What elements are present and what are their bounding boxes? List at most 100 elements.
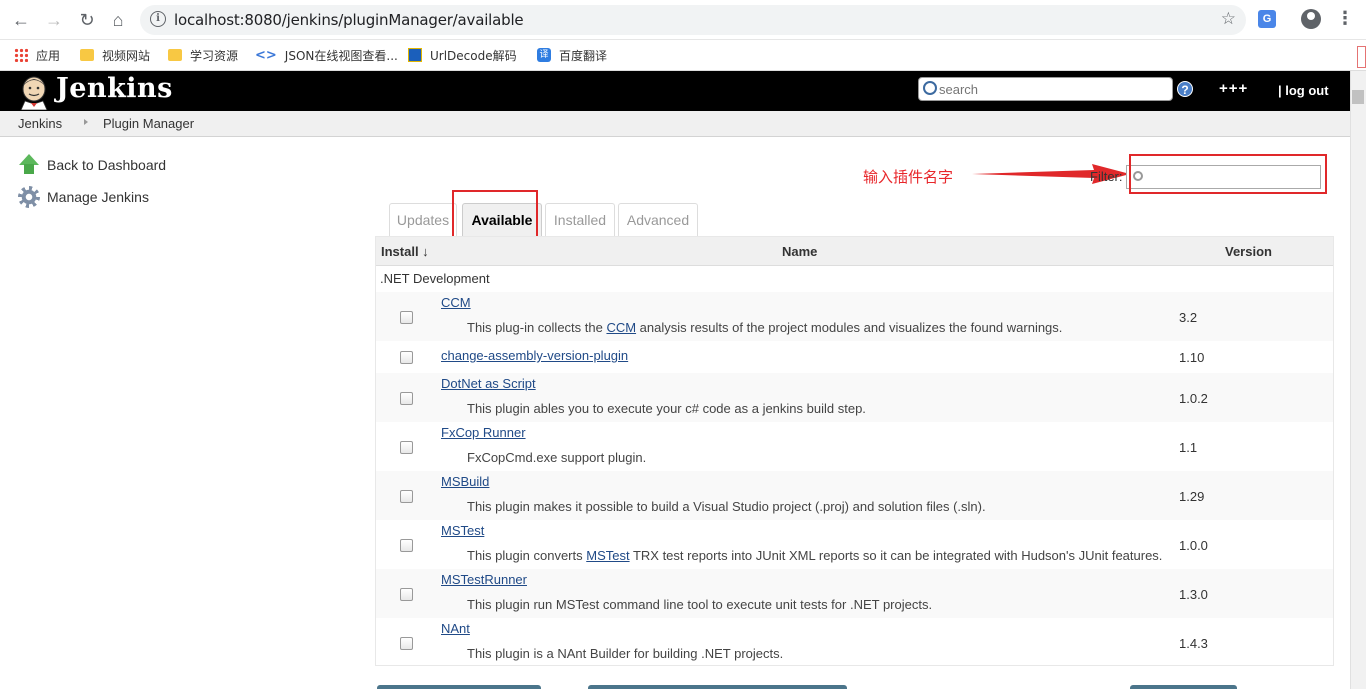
tab-installed[interactable]: Installed [545,203,615,236]
breadcrumb-jenkins[interactable]: Jenkins [18,116,62,131]
page-scrollbar[interactable] [1350,71,1366,689]
plugin-name-link[interactable]: MSTest [441,523,484,538]
browser-toolbar: ← → ↻ ⌂ i localhost:8080/jenkins/pluginM… [0,0,1366,40]
plugin-name-link[interactable]: CCM [441,295,471,310]
install-checkbox[interactable] [400,636,413,650]
plugin-version: 1.3.0 [1179,586,1208,602]
install-checkbox[interactable] [400,440,413,454]
search-icon [923,81,937,95]
gear-icon [18,186,40,208]
json-icon: <> [255,48,277,63]
tab-updates[interactable]: Updates [389,203,457,236]
jenkins-butler-icon[interactable] [17,74,51,110]
bookmark-label: UrlDecode解码 [430,48,517,63]
install-checkbox[interactable] [400,489,413,503]
plugin-name-link[interactable]: MSTestRunner [441,572,527,587]
site-info-icon[interactable]: i [150,11,166,27]
back-to-dashboard-label: Back to Dashboard [47,157,167,173]
plugin-name-link[interactable]: NAnt [441,621,470,636]
description-text: FxCopCmd.exe support plugin. [467,450,647,465]
jenkins-logo-text[interactable]: Jenkins [56,73,173,104]
bookmark-label: 应用 [36,48,61,63]
manage-jenkins-label: Manage Jenkins [47,189,149,205]
description-text: This plugin is a NAnt Builder for buildi… [467,646,784,661]
plugin-name-link[interactable]: DotNet as Script [441,376,536,391]
table-row: MSTestRunner This plugin run MSTest comma… [376,569,1333,618]
scrollbar-marker [1357,46,1366,68]
plugin-name-link[interactable]: change-assembly-version-plugin [441,348,628,363]
plugin-table: Install ↓ Name Version .NET Development … [375,236,1334,666]
jenkins-header: Jenkins ? +++ | log out [0,71,1350,111]
install-checkbox[interactable] [400,587,413,601]
install-checkbox[interactable] [400,391,413,405]
forward-arrow-icon[interactable]: → [42,8,66,32]
bookmark-urldecode[interactable]: UrlDecode解码 [408,45,517,65]
description-link[interactable]: CCM [606,320,636,335]
back-to-dashboard-link[interactable]: Back to Dashboard [18,154,166,176]
plugin-version: 1.0.2 [1179,390,1208,406]
name-column-header[interactable]: Name [782,244,817,259]
header-search[interactable] [918,77,1173,101]
version-column-header[interactable]: Version [1225,244,1272,259]
table-row: change-assembly-version-plugin 1.10 [376,341,1333,373]
table-row: FxCop Runner FxCopCmd.exe support plugin.… [376,422,1333,471]
description-text: This plug-in collects the [467,320,607,335]
plugin-description: This plugin run MSTest command line tool… [467,597,932,612]
install-checkbox[interactable] [400,351,413,364]
browser-menu-icon[interactable]: ⋮ [1336,8,1354,29]
plugin-name-link[interactable]: MSBuild [441,474,489,489]
reload-icon[interactable]: ↻ [75,8,99,32]
bookmark-label: 百度翻译 [559,48,608,63]
user-link[interactable]: +++ [1219,80,1248,97]
scrollbar-thumb[interactable] [1352,90,1364,104]
plugin-description: This plugin converts MSTest TRX test rep… [467,548,1162,563]
back-arrow-icon[interactable]: ← [9,8,33,32]
install-without-restart-button[interactable] [377,685,541,689]
google-translate-icon[interactable]: G [1258,10,1276,28]
filter-field[interactable] [1126,165,1321,189]
table-row: NAnt This plugin is a NAnt Builder for bu… [376,618,1333,665]
urldecode-icon [408,48,422,62]
address-bar[interactable]: i localhost:8080/jenkins/pluginManager/a… [140,5,1246,35]
install-checkbox[interactable] [400,538,413,552]
search-input[interactable] [939,80,1169,98]
bookmark-baidu-translate[interactable]: 译 百度翻译 [537,45,607,65]
folder-icon [168,49,182,61]
description-text: This plugin run MSTest command line tool… [467,597,933,612]
manage-jenkins-link[interactable]: Manage Jenkins [18,186,149,208]
bookmark-apps[interactable]: 应用 [14,45,60,65]
description-text: This plugin makes it possible to build a… [467,499,986,514]
bookmark-label: JSON在线视图查看... [284,48,398,63]
apps-icon [14,48,28,62]
check-now-button[interactable] [1130,685,1237,689]
folder-icon [80,49,94,61]
tab-available[interactable]: Available [462,203,542,236]
description-link[interactable]: MSTest [586,548,629,563]
tab-advanced[interactable]: Advanced [618,203,698,236]
bookmark-learning[interactable]: 学习资源 [168,45,238,65]
home-icon[interactable]: ⌂ [106,8,130,32]
logout-link[interactable]: | log out [1278,83,1329,98]
plugin-description: FxCopCmd.exe support plugin. [467,450,646,465]
bookmark-json-viewer[interactable]: <> JSON在线视图查看... [255,45,398,65]
filter-input[interactable] [1147,168,1317,186]
category-row: .NET Development [376,266,1333,292]
table-row: DotNet as Script This plugin ables you to… [376,373,1333,422]
install-column-header[interactable]: Install ↓ [381,244,429,259]
plugin-version: 1.1 [1179,439,1198,455]
address-url[interactable]: localhost:8080/jenkins/pluginManager/ava… [174,11,524,29]
plugin-description: This plugin makes it possible to build a… [467,499,986,514]
install-checkbox[interactable] [400,310,413,324]
category-label: .NET Development [380,271,490,286]
account-icon[interactable] [1301,9,1321,29]
bookmark-star-icon[interactable]: ☆ [1221,9,1236,29]
table-header: Install ↓ Name Version [376,237,1333,266]
breadcrumb-plugin-manager[interactable]: Plugin Manager [103,116,194,131]
bookmark-video-sites[interactable]: 视频网站 [80,45,150,65]
bookmark-label: 学习资源 [190,48,239,63]
download-install-after-restart-button[interactable] [588,685,847,689]
up-arrow-icon [18,154,40,176]
filter-label: Filter: [1090,169,1123,184]
plugin-name-link[interactable]: FxCop Runner [441,425,526,440]
help-icon[interactable]: ? [1177,81,1193,97]
